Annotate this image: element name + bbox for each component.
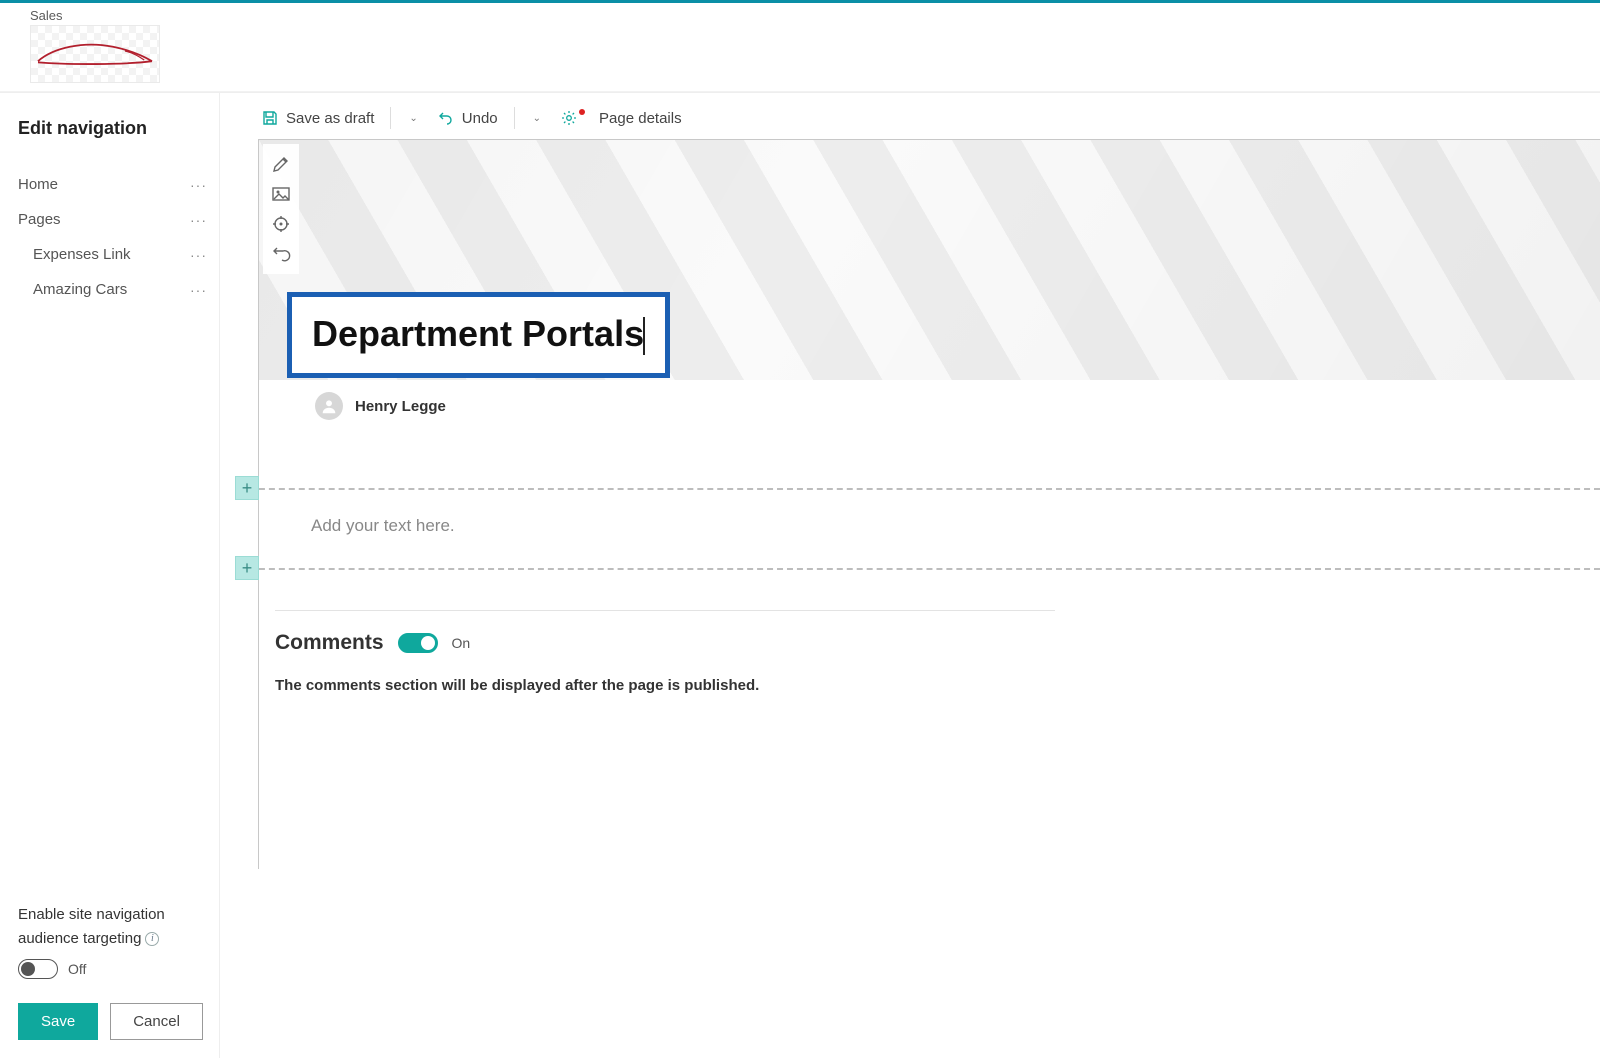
section-divider-bottom: + bbox=[259, 568, 1600, 570]
save-icon bbox=[262, 110, 278, 126]
nav-label: Home bbox=[18, 176, 58, 193]
page-title-text: Department Portals bbox=[312, 313, 644, 354]
nav-label: Expenses Link bbox=[33, 246, 131, 263]
main-editor: Save as draft ⌄ Undo ⌄ Page details bbox=[220, 93, 1600, 1058]
more-icon[interactable]: ··· bbox=[190, 282, 213, 298]
sidebar-main: Edit navigation Home ··· Pages ··· Expen… bbox=[0, 93, 219, 891]
title-block: Department Portals Henry Legge bbox=[287, 292, 1600, 420]
page-details-label: Page details bbox=[599, 110, 682, 127]
edit-navigation-sidebar: Edit navigation Home ··· Pages ··· Expen… bbox=[0, 93, 220, 1058]
nav-item-pages[interactable]: Pages ··· bbox=[18, 202, 213, 237]
more-icon[interactable]: ··· bbox=[190, 212, 213, 228]
toolbar-separator bbox=[514, 107, 515, 129]
audience-label-line1: Enable site navigation bbox=[18, 905, 165, 925]
more-icon[interactable]: ··· bbox=[190, 177, 213, 193]
info-icon[interactable]: i bbox=[145, 932, 159, 946]
audience-toggle-row: Off bbox=[18, 959, 201, 979]
site-name: Sales bbox=[30, 8, 1570, 23]
divider-line bbox=[239, 568, 1600, 570]
toggle-state-label: Off bbox=[68, 961, 86, 977]
undo-icon bbox=[438, 110, 454, 126]
page-canvas: Department Portals Henry Legge + Add you… bbox=[258, 139, 1600, 869]
save-button[interactable]: Save bbox=[18, 1003, 98, 1040]
more-icon[interactable]: ··· bbox=[190, 247, 213, 263]
nav-label: Amazing Cars bbox=[33, 281, 127, 298]
save-as-draft-label: Save as draft bbox=[286, 110, 374, 127]
save-as-draft-button[interactable]: Save as draft bbox=[258, 108, 378, 129]
notification-dot-icon bbox=[579, 109, 585, 115]
nav-item-home[interactable]: Home ··· bbox=[18, 167, 213, 202]
nav-item-amazing-cars[interactable]: Amazing Cars ··· bbox=[18, 272, 213, 307]
nav-item-expenses-link[interactable]: Expenses Link ··· bbox=[18, 237, 213, 272]
cancel-button[interactable]: Cancel bbox=[110, 1003, 203, 1040]
add-section-button[interactable]: + bbox=[235, 476, 259, 500]
sidebar-button-row: Save Cancel bbox=[18, 1003, 201, 1040]
save-dropdown-chevron[interactable]: ⌄ bbox=[403, 113, 423, 124]
image-icon[interactable] bbox=[271, 184, 291, 204]
gear-icon bbox=[561, 110, 577, 126]
divider-line bbox=[239, 488, 1600, 490]
author-row[interactable]: Henry Legge bbox=[315, 392, 1596, 420]
edit-pencil-icon[interactable] bbox=[271, 154, 291, 174]
page-banner[interactable]: Department Portals Henry Legge bbox=[259, 140, 1600, 380]
nav-label: Pages bbox=[18, 211, 61, 228]
banner-tools bbox=[263, 144, 299, 274]
undo-button[interactable]: Undo bbox=[434, 108, 502, 129]
undo-dropdown-chevron[interactable]: ⌄ bbox=[527, 113, 547, 124]
reset-icon[interactable] bbox=[271, 244, 291, 264]
page-toolbar: Save as draft ⌄ Undo ⌄ Page details bbox=[220, 93, 1600, 139]
comments-row: Comments On bbox=[275, 631, 1055, 655]
sidebar-footer: Enable site navigation audience targetin… bbox=[0, 891, 219, 1058]
comments-block: Comments On The comments section will be… bbox=[275, 610, 1055, 694]
audience-targeting-toggle[interactable] bbox=[18, 959, 58, 979]
comments-toggle[interactable] bbox=[398, 633, 438, 653]
page-body: Edit navigation Home ··· Pages ··· Expen… bbox=[0, 92, 1600, 1058]
title-editor-selection[interactable]: Department Portals bbox=[287, 292, 670, 378]
undo-label: Undo bbox=[462, 110, 498, 127]
author-name: Henry Legge bbox=[355, 398, 446, 415]
focal-point-icon[interactable] bbox=[271, 214, 291, 234]
car-logo-icon bbox=[35, 34, 155, 74]
audience-targeting-label: Enable site navigation audience targetin… bbox=[18, 905, 201, 950]
page-title[interactable]: Department Portals bbox=[312, 313, 645, 354]
text-webpart-placeholder[interactable]: Add your text here. bbox=[311, 516, 1600, 536]
site-logo[interactable] bbox=[30, 25, 160, 83]
section-divider-top: + bbox=[259, 488, 1600, 490]
comments-separator bbox=[275, 610, 1055, 611]
page-details-button[interactable]: Page details bbox=[557, 108, 686, 129]
comments-state-label: On bbox=[452, 635, 471, 651]
toolbar-separator bbox=[390, 107, 391, 129]
audience-label-line2: audience targeting bbox=[18, 929, 141, 949]
comments-title: Comments bbox=[275, 631, 384, 655]
comments-note: The comments section will be displayed a… bbox=[275, 677, 1055, 694]
sidebar-title: Edit navigation bbox=[18, 118, 213, 139]
text-cursor bbox=[643, 317, 645, 355]
avatar bbox=[315, 392, 343, 420]
add-section-button[interactable]: + bbox=[235, 556, 259, 580]
site-header: Sales bbox=[0, 3, 1600, 92]
